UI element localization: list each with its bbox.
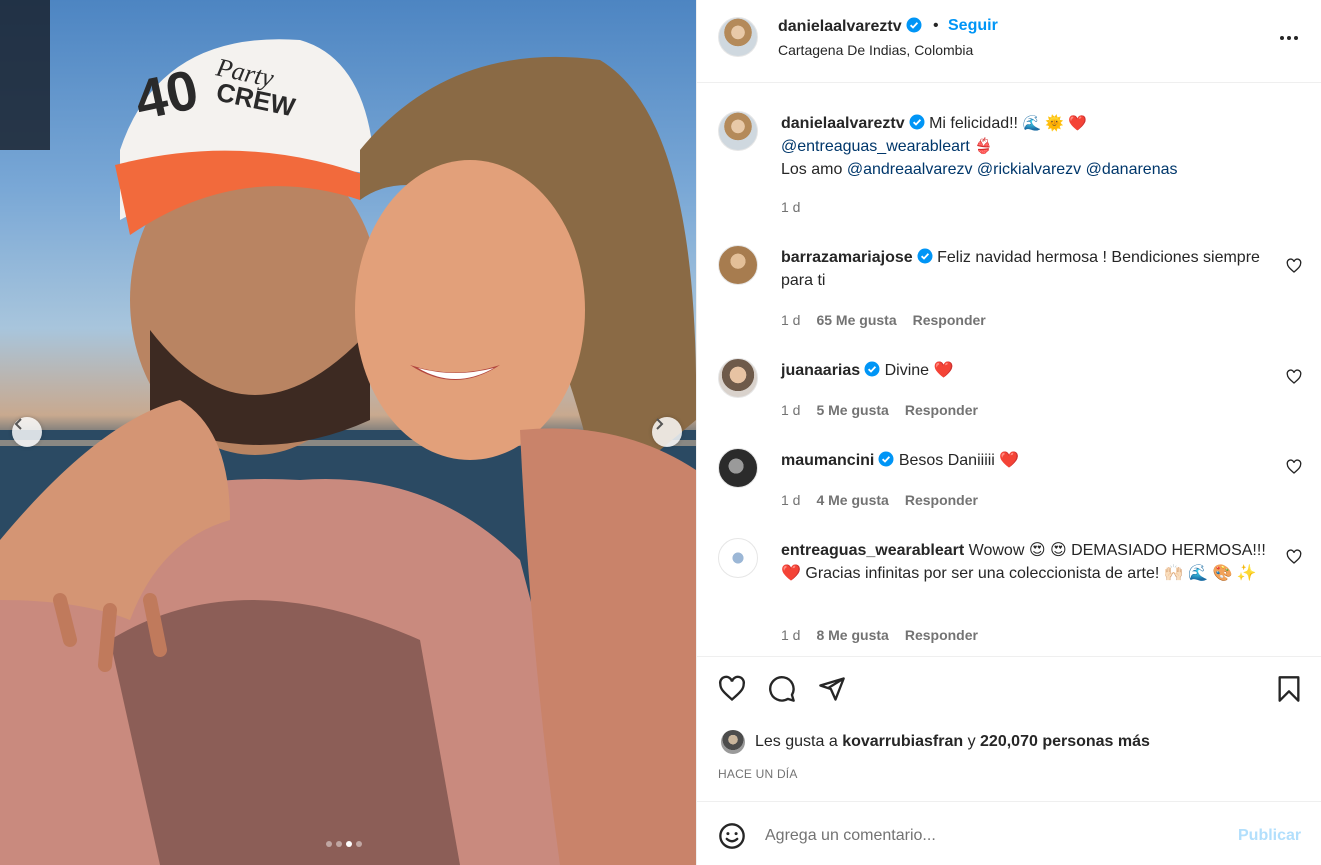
header-separator: • bbox=[933, 17, 939, 34]
liker-avatar[interactable] bbox=[721, 730, 745, 754]
carousel-dot bbox=[356, 841, 362, 847]
likes-conj: y bbox=[967, 733, 976, 750]
author-avatar[interactable] bbox=[718, 17, 758, 57]
caption-mention-entreaguas[interactable]: @entreaguas_wearableart bbox=[781, 138, 970, 155]
comment-meta: 1 d 65 Me gusta Responder bbox=[781, 312, 986, 328]
caption-avatar[interactable] bbox=[718, 111, 758, 151]
post-photo[interactable]: 40 Party CREW bbox=[0, 0, 696, 865]
comment-username[interactable]: entreaguas_wearableart bbox=[781, 542, 964, 559]
caption-mention-3[interactable]: @danarenas bbox=[1086, 161, 1178, 178]
post-side-panel: danielaalvareztv • Seguir Cartagena De I… bbox=[696, 0, 1321, 865]
caption-username[interactable]: danielaalvareztv bbox=[781, 115, 905, 132]
save-icon[interactable] bbox=[1275, 675, 1303, 703]
author-username[interactable]: danielaalvareztv bbox=[778, 17, 922, 36]
verified-badge-icon bbox=[864, 361, 880, 377]
add-comment-bar: Publicar bbox=[697, 801, 1321, 865]
heart-icon[interactable] bbox=[1286, 549, 1302, 565]
post-header: danielaalvareztv • Seguir Cartagena De I… bbox=[697, 0, 1321, 83]
comment-item: barrazamariajose Feliz navidad hermosa !… bbox=[781, 246, 1266, 292]
comment-avatar[interactable] bbox=[718, 448, 758, 488]
heart-icon[interactable] bbox=[1286, 258, 1302, 274]
caption-text: Mi felicidad!! bbox=[929, 115, 1018, 132]
comment-avatar[interactable] bbox=[718, 538, 758, 578]
heart-icon[interactable] bbox=[718, 675, 746, 703]
heart-icon[interactable] bbox=[1286, 459, 1302, 475]
emoji-icon[interactable] bbox=[718, 822, 746, 850]
reply-button[interactable]: Responder bbox=[905, 492, 978, 508]
likes-prefix: Les gusta a bbox=[755, 733, 838, 750]
comment-likes[interactable]: 65 Me gusta bbox=[816, 312, 896, 328]
carousel-prev-button[interactable] bbox=[12, 417, 42, 447]
post-date[interactable]: HACE UN DÍA bbox=[718, 767, 798, 781]
comments-list[interactable]: danielaalvareztv Mi felicidad!! 🌊 🌞 ❤️ @… bbox=[697, 84, 1321, 656]
caption-mention-emoji: 👙 bbox=[974, 138, 993, 155]
carousel-dot bbox=[326, 841, 332, 847]
carousel-dot bbox=[336, 841, 342, 847]
comment-username[interactable]: maumancini bbox=[781, 452, 874, 469]
carousel-dot bbox=[346, 841, 352, 847]
caption-line3-prefix: Los amo bbox=[781, 161, 843, 178]
more-options-button[interactable] bbox=[1275, 24, 1303, 52]
comment-meta: 1 d 5 Me gusta Responder bbox=[781, 402, 978, 418]
comment-meta: 1 d 4 Me gusta Responder bbox=[781, 492, 978, 508]
comment-time[interactable]: 1 d bbox=[781, 492, 800, 508]
verified-badge-icon bbox=[917, 248, 933, 264]
comment-icon[interactable] bbox=[768, 675, 796, 703]
likes-summary: Les gusta a kovarrubiasfran y 220,070 pe… bbox=[721, 730, 1150, 754]
verified-badge-icon bbox=[909, 114, 925, 130]
comment-meta: 1 d 8 Me gusta Responder bbox=[781, 627, 978, 643]
chevron-left-icon bbox=[14, 418, 22, 430]
caption-time[interactable]: 1 d bbox=[781, 199, 800, 215]
comment-username[interactable]: barrazamariajose bbox=[781, 249, 913, 266]
post-actions: Les gusta a kovarrubiasfran y 220,070 pe… bbox=[697, 656, 1321, 801]
chevron-right-icon bbox=[656, 418, 664, 430]
comment-avatar[interactable] bbox=[718, 245, 758, 285]
carousel-indicator bbox=[326, 841, 362, 847]
reply-button[interactable]: Responder bbox=[913, 312, 986, 328]
comment-time[interactable]: 1 d bbox=[781, 312, 800, 328]
comment-username[interactable]: juanaarias bbox=[781, 362, 860, 379]
comment-item: juanaarias Divine ❤️ bbox=[781, 359, 1266, 382]
reply-button[interactable]: Responder bbox=[905, 402, 978, 418]
heart-icon[interactable] bbox=[1286, 369, 1302, 385]
photo-illustration: 40 Party CREW bbox=[0, 0, 696, 865]
comment-likes[interactable]: 5 Me gusta bbox=[816, 402, 888, 418]
publish-button[interactable]: Publicar bbox=[1238, 827, 1301, 845]
comment-likes[interactable]: 4 Me gusta bbox=[816, 492, 888, 508]
comment-text: Besos Daniiiii ❤️ bbox=[898, 452, 1020, 469]
svg-text:40: 40 bbox=[129, 57, 203, 132]
verified-badge-icon bbox=[878, 451, 894, 467]
comment-avatar[interactable] bbox=[718, 358, 758, 398]
reply-button[interactable]: Responder bbox=[905, 627, 978, 643]
follow-button[interactable]: Seguir bbox=[948, 17, 998, 35]
author-username-text[interactable]: danielaalvareztv bbox=[778, 18, 902, 35]
comment-input[interactable] bbox=[765, 821, 1215, 851]
liker-username[interactable]: kovarrubiasfran bbox=[842, 733, 963, 751]
caption-mention-1[interactable]: @andreaalvarezv bbox=[847, 161, 973, 178]
comment-likes[interactable]: 8 Me gusta bbox=[816, 627, 888, 643]
caption-meta: 1 d bbox=[781, 199, 800, 215]
likes-count[interactable]: 220,070 personas más bbox=[980, 733, 1150, 751]
comment-item: entreaguas_wearableart Wowow 😍 😍 DEMASIA… bbox=[781, 539, 1266, 585]
caption-emojis: 🌊 🌞 ❤️ bbox=[1022, 115, 1087, 132]
comment-text: Divine ❤️ bbox=[884, 362, 954, 379]
more-options-icon bbox=[1280, 36, 1298, 40]
share-icon[interactable] bbox=[818, 675, 846, 703]
caption: danielaalvareztv Mi felicidad!! 🌊 🌞 ❤️ @… bbox=[781, 112, 1266, 181]
comment-item: maumancini Besos Daniiiii ❤️ bbox=[781, 449, 1266, 472]
verified-badge-icon bbox=[906, 17, 922, 33]
comment-time[interactable]: 1 d bbox=[781, 402, 800, 418]
caption-mention-2[interactable]: @rickialvarezv bbox=[977, 161, 1081, 178]
post-location[interactable]: Cartagena De Indias, Colombia bbox=[778, 42, 973, 58]
comment-time[interactable]: 1 d bbox=[781, 627, 800, 643]
carousel-next-button[interactable] bbox=[652, 417, 682, 447]
